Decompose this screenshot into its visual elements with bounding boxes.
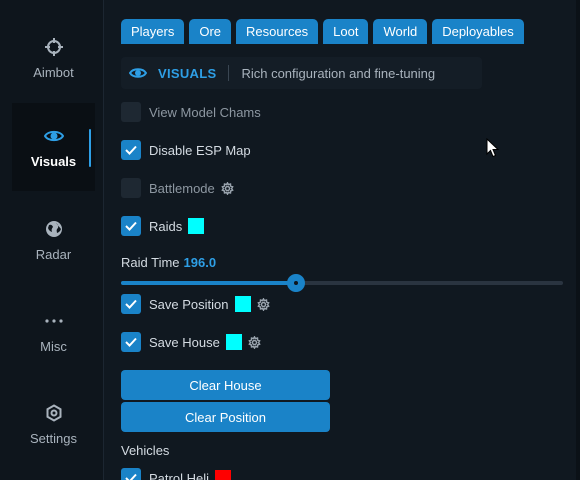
checkbox[interactable]	[121, 332, 141, 352]
slider-fill	[121, 281, 297, 285]
gear-icon[interactable]	[248, 335, 262, 349]
tab-resources[interactable]: Resources	[236, 19, 319, 44]
divider	[228, 65, 230, 81]
check-icon	[125, 145, 137, 155]
sidebar: Aimbot Visuals Radar Misc Settings	[0, 0, 104, 480]
clear-position-button[interactable]: Clear Position	[121, 402, 330, 432]
clear-house-button[interactable]: Clear House	[121, 370, 330, 400]
option-disable-esp-map: Disable ESP Map	[121, 140, 251, 160]
slider-value: 196.0	[183, 255, 217, 270]
sidebar-item-aimbot[interactable]: Aimbot	[12, 14, 95, 102]
check-icon	[125, 337, 137, 347]
checkbox[interactable]	[121, 468, 141, 480]
checkbox[interactable]	[121, 102, 141, 122]
vehicles-heading: Vehicles	[121, 443, 170, 458]
eye-icon	[129, 66, 147, 80]
mouse-cursor-icon	[486, 138, 500, 158]
sidebar-item-radar[interactable]: Radar	[12, 196, 95, 284]
sidebar-item-visuals[interactable]: Visuals	[12, 103, 95, 191]
check-icon	[125, 221, 137, 231]
option-label: Save Position	[149, 296, 229, 312]
option-label: View Model Chams	[149, 104, 261, 120]
gear-icon	[44, 403, 64, 423]
option-label: Save House	[149, 334, 220, 350]
tab-world[interactable]: World	[373, 19, 428, 44]
category-tabs: Players Ore Resources Loot World Deploya…	[121, 19, 529, 44]
sidebar-item-settings[interactable]: Settings	[12, 380, 95, 468]
crosshair-icon	[44, 37, 64, 57]
option-save-house: Save House	[121, 332, 262, 352]
slider-label: Raid Time	[121, 255, 180, 270]
tab-deployables[interactable]: Deployables	[432, 19, 524, 44]
section-header: VISUALS Rich configuration and fine-tuni…	[121, 57, 482, 89]
gear-icon[interactable]	[256, 297, 271, 311]
option-label: Raids	[149, 218, 183, 234]
sidebar-item-label: Misc	[40, 338, 67, 354]
option-label: Patrol Heli	[149, 470, 209, 480]
checkbox[interactable]	[121, 140, 141, 160]
option-label: Disable ESP Map	[149, 142, 251, 158]
raid-time-label: Raid Time 196.0	[121, 255, 216, 270]
check-icon	[125, 299, 137, 309]
tab-players[interactable]: Players	[121, 19, 185, 44]
sidebar-item-label: Settings	[30, 430, 77, 446]
raid-time-slider[interactable]	[121, 274, 563, 292]
sidebar-item-misc[interactable]: Misc	[12, 288, 95, 376]
section-title: VISUALS	[158, 65, 217, 81]
option-save-position: Save Position	[121, 294, 271, 314]
checkbox[interactable]	[121, 178, 141, 198]
checkbox[interactable]	[121, 294, 141, 314]
option-patrol-heli: Patrol Heli	[121, 468, 231, 480]
color-swatch[interactable]	[214, 470, 231, 480]
scrollbar[interactable]	[576, 0, 580, 480]
eye-icon	[43, 126, 64, 146]
tab-ore[interactable]: Ore	[189, 19, 232, 44]
option-label: Battlemode	[149, 180, 215, 196]
option-battlemode: Battlemode	[121, 178, 235, 198]
gear-icon[interactable]	[221, 181, 235, 195]
checkbox[interactable]	[121, 216, 141, 236]
sidebar-item-label: Visuals	[30, 153, 77, 169]
option-raids: Raids	[121, 216, 205, 236]
active-indicator	[89, 129, 91, 167]
sidebar-item-label: Aimbot	[33, 64, 74, 80]
check-icon	[125, 473, 137, 480]
tab-loot[interactable]: Loot	[323, 19, 369, 44]
color-swatch[interactable]	[188, 218, 205, 234]
more-icon	[44, 311, 64, 331]
section-description: Rich configuration and fine-tuning	[241, 65, 436, 81]
color-swatch[interactable]	[225, 334, 242, 350]
globe-icon	[44, 219, 64, 239]
color-swatch[interactable]	[234, 296, 251, 312]
sidebar-item-label: Radar	[35, 246, 72, 262]
slider-thumb[interactable]	[287, 274, 306, 292]
option-view-model-chams: View Model Chams	[121, 102, 261, 122]
